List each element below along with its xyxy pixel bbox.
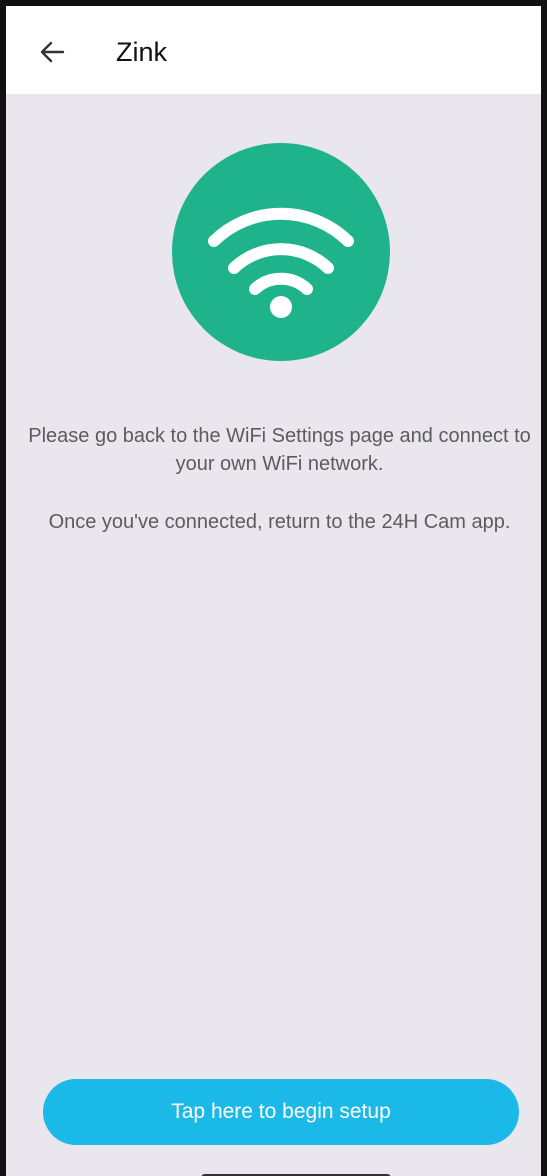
arrow-left-icon [40,41,65,63]
back-button[interactable] [32,32,72,72]
wifi-icon [208,207,354,318]
begin-setup-button[interactable]: Tap here to begin setup [43,1079,519,1145]
page-title: Zink [116,37,168,67]
phone-screen: Zink Please go back to the WiFi Settings… [0,0,547,1176]
wifi-status-circle [172,143,390,361]
return-to-app-text: Once you've connected, return to the 24H… [48,511,511,533]
instruction-text: Please go back to the WiFi Settings page… [28,425,531,475]
app-bar: Zink [6,6,541,94]
